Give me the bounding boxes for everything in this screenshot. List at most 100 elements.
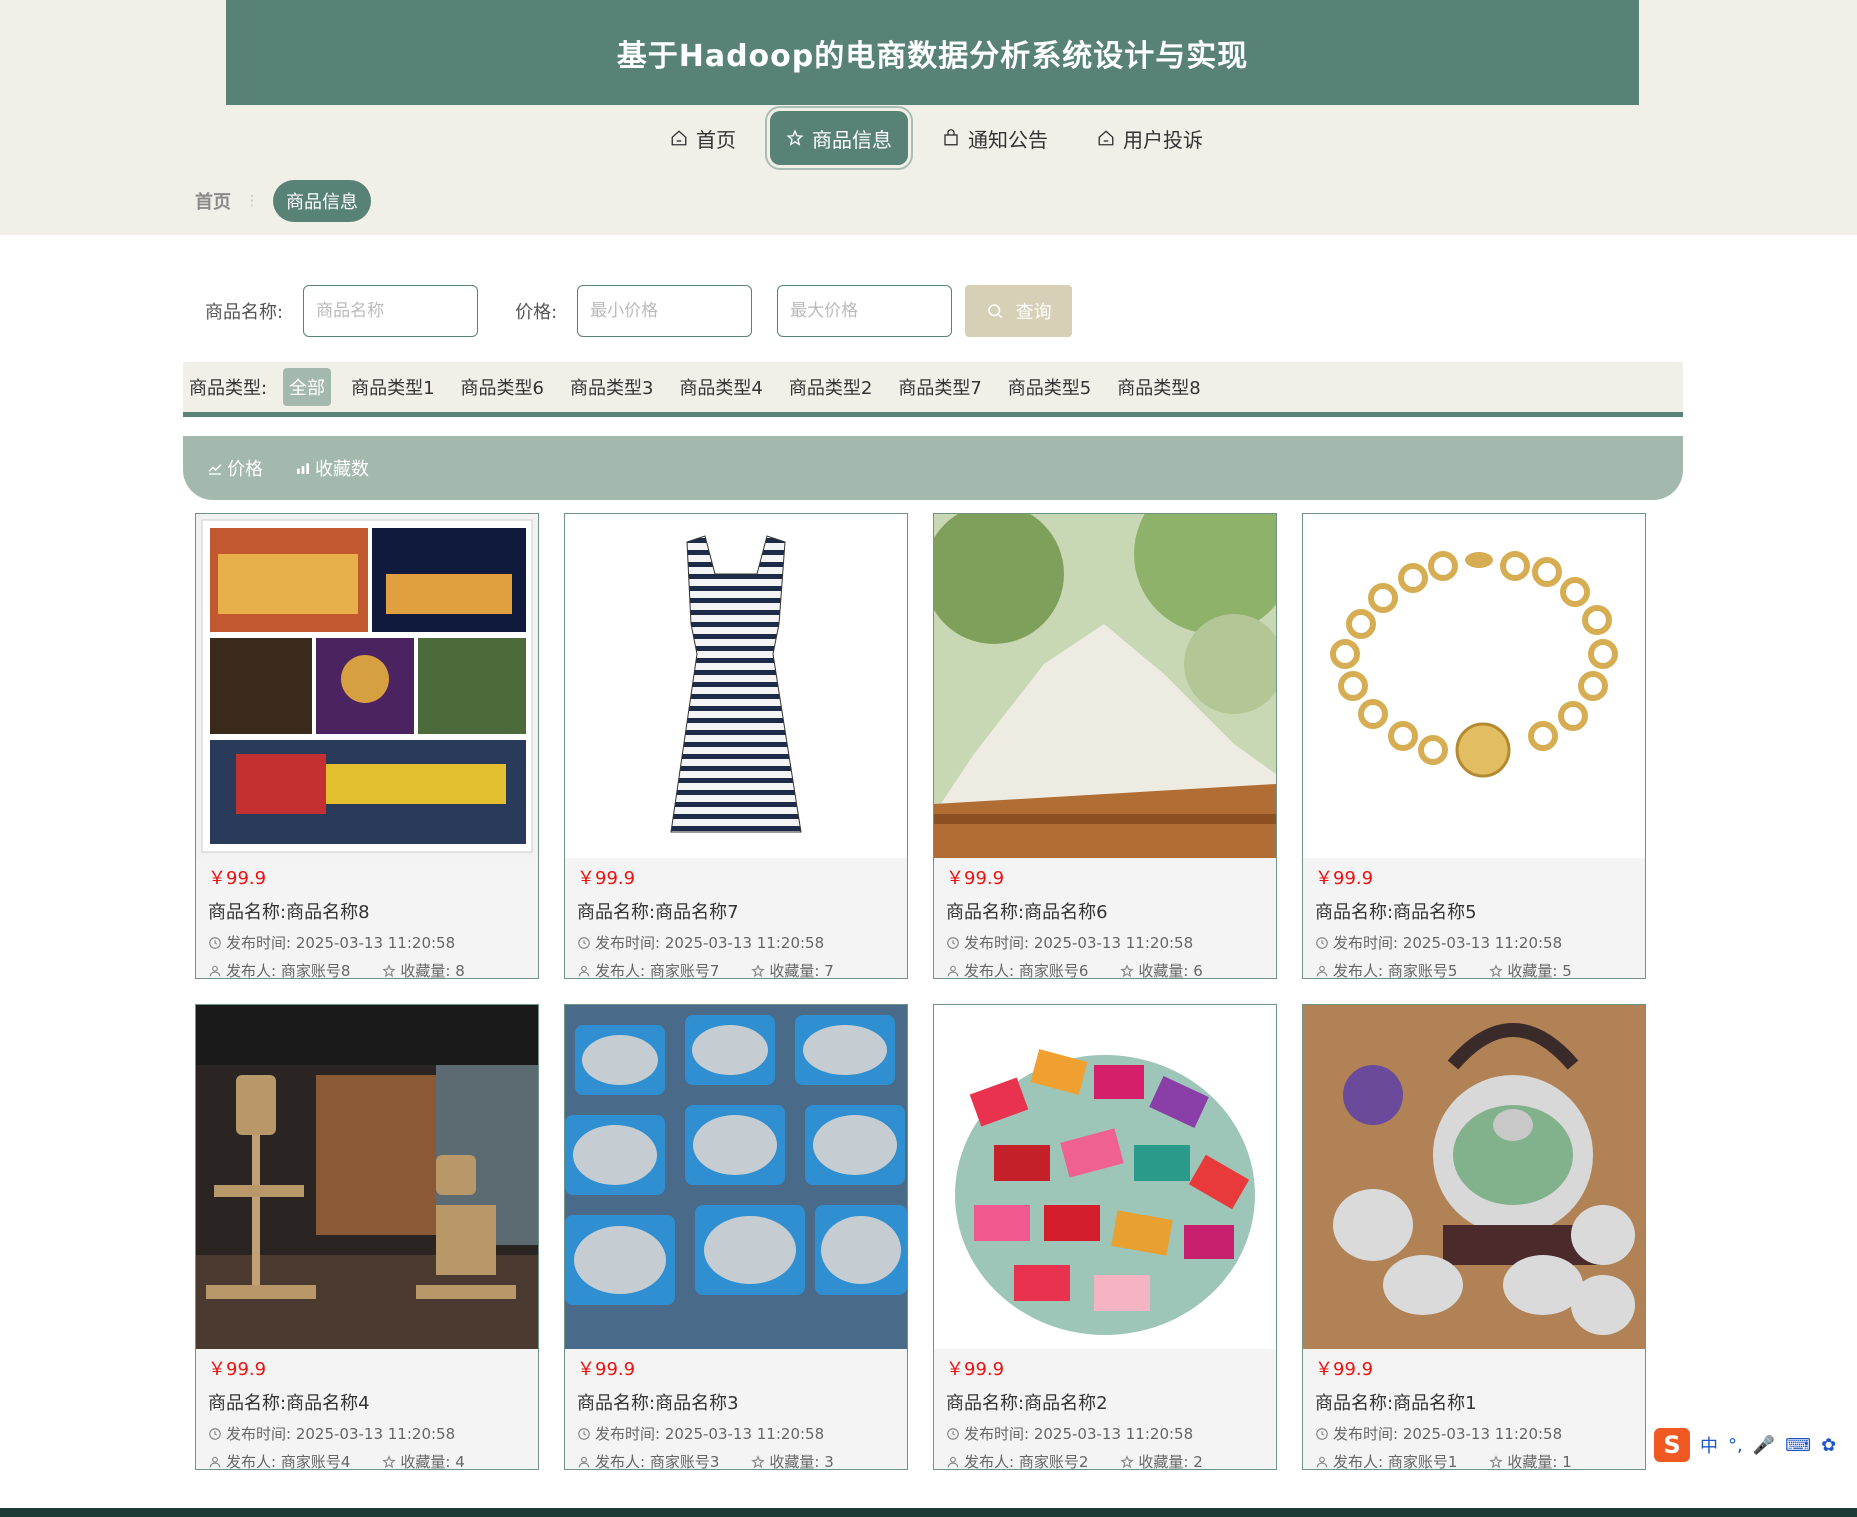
product-meta: 发布人: 商家账号7 收藏量: 7 bbox=[577, 960, 895, 982]
star-icon bbox=[1489, 1455, 1504, 1469]
search-button[interactable]: 查询 bbox=[965, 285, 1073, 337]
max-price-input[interactable] bbox=[777, 285, 953, 337]
bag-icon bbox=[944, 129, 958, 146]
product-info: ￥99.9 商品名称:商品名称3 发布时间: 2025-03-13 11:20:… bbox=[565, 1349, 907, 1473]
product-price: ￥99.9 bbox=[577, 1359, 636, 1380]
product-time: 发布时间: 2025-03-13 11:20:58 bbox=[946, 1423, 1264, 1445]
product-publisher: 发布人: 商家账号4 bbox=[226, 1453, 351, 1471]
product-time-text: 发布时间: 2025-03-13 11:20:58 bbox=[226, 934, 456, 952]
star-icon bbox=[1120, 1455, 1135, 1469]
clock-icon bbox=[209, 937, 221, 949]
user-icon bbox=[1316, 965, 1328, 977]
type-3[interactable]: 商品类型3 bbox=[564, 368, 659, 406]
product-meta: 发布人: 商家账号8 收藏量: 8 bbox=[208, 960, 526, 982]
type-5[interactable]: 商品类型5 bbox=[1002, 368, 1097, 406]
skin-icon[interactable]: ✿ bbox=[1821, 1435, 1836, 1456]
product-name: 商品名称:商品名称8 bbox=[208, 902, 370, 923]
product-name: 商品名称:商品名称3 bbox=[577, 1393, 739, 1414]
user-icon bbox=[578, 1456, 590, 1468]
product-favorites: 收藏量: 3 bbox=[769, 1453, 834, 1471]
sort-favorites-label: 收藏数 bbox=[315, 459, 369, 480]
product-card[interactable]: ￥99.9 商品名称:商品名称8 发布时间: 2025-03-13 11:20:… bbox=[195, 513, 539, 982]
nav-complaints[interactable]: 用户投诉 bbox=[1097, 108, 1203, 168]
product-info: ￥99.9 商品名称:商品名称5 发布时间: 2025-03-13 11:20:… bbox=[1303, 858, 1645, 982]
nav-products[interactable]: 商品信息 bbox=[770, 111, 908, 165]
product-price: ￥99.9 bbox=[946, 1359, 1005, 1380]
user-icon bbox=[947, 965, 959, 977]
type-4[interactable]: 商品类型4 bbox=[673, 368, 768, 406]
name-input[interactable] bbox=[303, 285, 479, 337]
title-bar: 基于Hadoop的电商数据分析系统设计与实现 bbox=[226, 0, 1639, 105]
product-image-fish bbox=[565, 1005, 907, 1349]
product-info: ￥99.9 商品名称:商品名称2 发布时间: 2025-03-13 11:20:… bbox=[934, 1349, 1276, 1473]
product-favorites: 收藏量: 5 bbox=[1507, 962, 1572, 980]
type-6[interactable]: 商品类型6 bbox=[455, 368, 550, 406]
product-price: ￥99.9 bbox=[1315, 1359, 1374, 1380]
product-card[interactable]: ￥99.9 商品名称:商品名称4 发布时间: 2025-03-13 11:20:… bbox=[195, 1004, 539, 1471]
home-icon bbox=[1098, 130, 1114, 146]
sogou-logo-icon: S bbox=[1654, 1428, 1690, 1462]
clock-icon bbox=[1316, 1428, 1328, 1440]
product-time-text: 发布时间: 2025-03-13 11:20:58 bbox=[964, 934, 1194, 952]
product-time: 发布时间: 2025-03-13 11:20:58 bbox=[577, 932, 895, 954]
home-icon bbox=[671, 130, 687, 146]
user-icon bbox=[209, 1456, 221, 1468]
min-price-input[interactable] bbox=[577, 285, 753, 337]
product-meta: 发布人: 商家账号5 收藏量: 5 bbox=[1315, 960, 1633, 982]
product-time: 发布时间: 2025-03-13 11:20:58 bbox=[946, 932, 1264, 954]
site-title: 基于Hadoop的电商数据分析系统设计与实现 bbox=[616, 38, 1249, 74]
product-name: 商品名称:商品名称5 bbox=[1315, 902, 1477, 923]
sort-by-price[interactable]: 价格 bbox=[207, 455, 263, 481]
product-card[interactable]: ￥99.9 商品名称:商品名称5 发布时间: 2025-03-13 11:20:… bbox=[1302, 513, 1646, 982]
star-icon bbox=[382, 1455, 397, 1469]
product-card[interactable]: ￥99.9 商品名称:商品名称3 发布时间: 2025-03-13 11:20:… bbox=[564, 1004, 908, 1473]
sort-by-favorites[interactable]: 收藏数 bbox=[295, 455, 369, 481]
type-8[interactable]: 商品类型8 bbox=[1111, 368, 1206, 406]
search-button-label: 查询 bbox=[1015, 302, 1052, 323]
product-card[interactable]: ￥99.9 商品名称:商品名称6 发布时间: 2025-03-13 11:20:… bbox=[933, 513, 1277, 980]
product-price: ￥99.9 bbox=[946, 868, 1005, 889]
nav-home[interactable]: 首页 bbox=[670, 108, 736, 168]
product-publisher: 发布人: 商家账号6 bbox=[964, 962, 1089, 980]
product-time: 发布时间: 2025-03-13 11:20:58 bbox=[1315, 932, 1633, 954]
product-time: 发布时间: 2025-03-13 11:20:58 bbox=[577, 1423, 895, 1445]
product-image-bracelet bbox=[1303, 514, 1645, 858]
ime-toolbar[interactable]: S 中 °, 🎤 ⌨ ✿ bbox=[1650, 1428, 1857, 1462]
product-name: 商品名称:商品名称1 bbox=[1315, 1393, 1477, 1414]
product-name: 商品名称:商品名称7 bbox=[577, 902, 739, 923]
product-card[interactable]: ￥99.9 商品名称:商品名称2 发布时间: 2025-03-13 11:20:… bbox=[933, 1004, 1277, 1473]
product-publisher: 发布人: 商家账号1 bbox=[1333, 1453, 1458, 1471]
product-info: ￥99.9 商品名称:商品名称1 发布时间: 2025-03-13 11:20:… bbox=[1303, 1349, 1645, 1473]
product-publisher: 发布人: 商家账号3 bbox=[595, 1453, 720, 1471]
microphone-icon[interactable]: 🎤 bbox=[1753, 1435, 1775, 1456]
type-7[interactable]: 商品类型7 bbox=[892, 368, 987, 406]
breadcrumb: 首页 ⋮ 商品信息 bbox=[195, 180, 371, 222]
star-icon bbox=[382, 964, 397, 978]
ime-mode[interactable]: 中 bbox=[1700, 1432, 1718, 1458]
breadcrumb-home[interactable]: 首页 bbox=[195, 188, 231, 214]
type-all[interactable]: 全部 bbox=[283, 368, 332, 406]
punctuation-icon[interactable]: °, bbox=[1728, 1435, 1743, 1456]
product-publisher: 发布人: 商家账号5 bbox=[1333, 962, 1458, 980]
product-price: ￥99.9 bbox=[208, 1359, 267, 1380]
type-2[interactable]: 商品类型2 bbox=[783, 368, 878, 406]
product-time: 发布时间: 2025-03-13 11:20:58 bbox=[208, 932, 526, 954]
type-1[interactable]: 商品类型1 bbox=[345, 368, 440, 406]
star-icon bbox=[1489, 964, 1504, 978]
product-meta: 发布人: 商家账号3 收藏量: 3 bbox=[577, 1451, 895, 1473]
nav-notices[interactable]: 通知公告 bbox=[942, 108, 1048, 168]
product-card[interactable]: ￥99.9 商品名称:商品名称7 发布时间: 2025-03-13 11:20:… bbox=[564, 513, 908, 982]
product-time: 发布时间: 2025-03-13 11:20:58 bbox=[208, 1423, 526, 1445]
product-publisher: 发布人: 商家账号8 bbox=[226, 962, 351, 980]
search-icon bbox=[987, 304, 1002, 319]
keyboard-icon[interactable]: ⌨ bbox=[1785, 1435, 1811, 1456]
bar-chart-icon bbox=[297, 463, 309, 474]
clock-icon bbox=[209, 1428, 221, 1440]
product-meta: 发布人: 商家账号1 收藏量: 1 bbox=[1315, 1451, 1633, 1473]
product-image-teapot bbox=[1303, 1005, 1645, 1349]
product-name: 商品名称:商品名称2 bbox=[946, 1393, 1108, 1414]
clock-icon bbox=[578, 1428, 590, 1440]
name-label: 商品名称: bbox=[205, 302, 284, 323]
sort-price-label: 价格 bbox=[227, 459, 263, 480]
product-card[interactable]: ￥99.9 商品名称:商品名称1 发布时间: 2025-03-13 11:20:… bbox=[1302, 1004, 1646, 1473]
